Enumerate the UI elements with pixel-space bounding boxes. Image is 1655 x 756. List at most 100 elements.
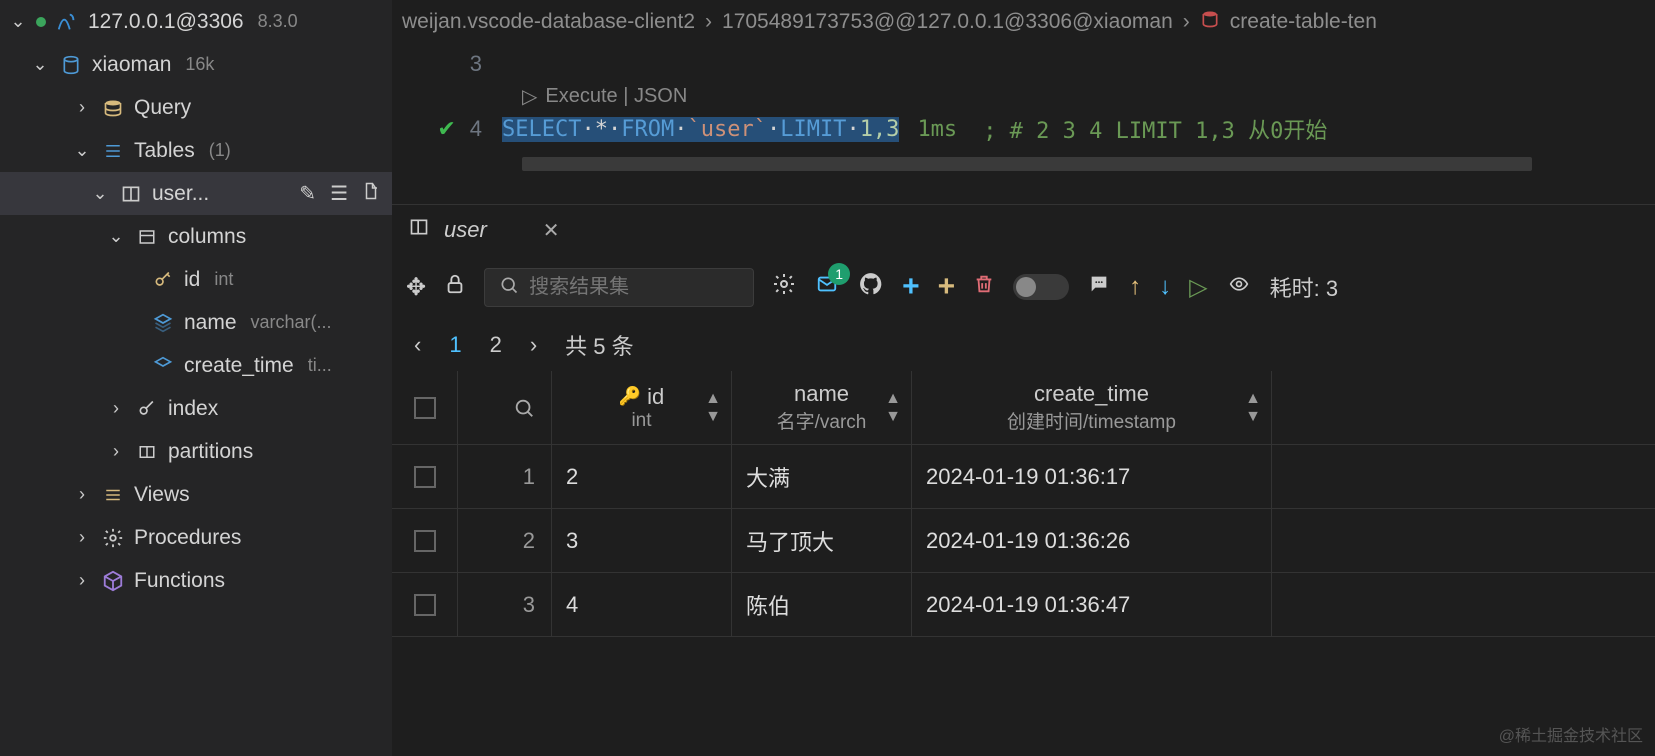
cell-id[interactable]: 3 xyxy=(552,509,732,572)
table-icon xyxy=(118,184,144,204)
header-name[interactable]: name 名字/varch ▲▼ xyxy=(732,371,912,444)
table-row[interactable]: 3 4 陈伯 2024-01-19 01:36:47 xyxy=(392,573,1655,637)
sort-icon[interactable]: ▲▼ xyxy=(885,390,901,426)
procedures-row[interactable]: › Procedures xyxy=(0,516,392,559)
cell-createtime[interactable]: 2024-01-19 01:36:26 xyxy=(912,509,1272,572)
chat-icon[interactable] xyxy=(1087,273,1111,302)
sql-code[interactable]: SELECT·*·FROM·`user`·LIMIT·1,3 1ms ; # 2… xyxy=(502,113,1327,145)
panel-tab[interactable]: user xyxy=(444,217,487,243)
page-2[interactable]: 2 xyxy=(490,332,502,358)
query-row[interactable]: › Query xyxy=(0,86,392,129)
row-checkbox[interactable] xyxy=(392,573,458,636)
partitions-label: partitions xyxy=(168,440,253,464)
cell-createtime[interactable]: 2024-01-19 01:36:47 xyxy=(912,573,1272,636)
query-icon xyxy=(100,98,126,118)
column-createtime-row[interactable]: create_time ti... xyxy=(0,344,392,387)
gear-icon xyxy=(100,527,126,549)
tables-count: (1) xyxy=(209,140,231,161)
cell-id[interactable]: 4 xyxy=(552,573,732,636)
page-1[interactable]: 1 xyxy=(449,332,461,358)
header-createtime[interactable]: create_time 创建时间/timestamp ▲▼ xyxy=(912,371,1272,444)
panel-icon[interactable] xyxy=(408,217,430,243)
row-checkbox[interactable] xyxy=(392,509,458,572)
views-row[interactable]: › Views xyxy=(0,473,392,516)
scrollbar[interactable] xyxy=(522,157,1532,171)
run-icon[interactable]: ▷ xyxy=(1189,273,1207,302)
chevron-right-icon: › xyxy=(72,570,92,591)
cell-name[interactable]: 马了顶大 xyxy=(732,509,912,572)
add-icon[interactable]: + xyxy=(902,270,920,304)
watermark: @稀土掘金技术社区 xyxy=(1499,722,1643,746)
columns-row[interactable]: ⌄ columns xyxy=(0,215,392,258)
column-createtime-type: ti... xyxy=(308,355,332,376)
cell-name[interactable]: 陈伯 xyxy=(732,573,912,636)
column-name-row[interactable]: name varchar(... xyxy=(0,301,392,344)
prev-page-icon[interactable]: ‹ xyxy=(414,332,421,358)
gear-icon[interactable] xyxy=(772,272,796,303)
procedures-label: Procedures xyxy=(134,526,241,550)
play-icon: ▷ xyxy=(522,84,537,109)
breadcrumb-seg[interactable]: weijan.vscode-database-client2 xyxy=(402,10,695,34)
arrow-up-icon[interactable]: ↑ xyxy=(1129,273,1141,301)
cell-createtime[interactable]: 2024-01-19 01:36:17 xyxy=(912,445,1272,508)
chevron-down-icon: ⌄ xyxy=(8,11,28,32)
breadcrumb-seg[interactable]: create-table-ten xyxy=(1230,10,1377,34)
index-label: index xyxy=(168,397,218,421)
database-row[interactable]: ⌄ xiaoman 16k xyxy=(0,43,392,86)
panel-tabbar: user ✕ xyxy=(392,205,1655,255)
field-icon xyxy=(150,313,176,333)
cell-name[interactable]: 大满 xyxy=(732,445,912,508)
connection-row[interactable]: ⌄ 127.0.0.1@3306 8.3.0 xyxy=(0,0,392,43)
mail-badge: 1 xyxy=(828,263,850,285)
database-icon xyxy=(58,54,84,76)
search-input-wrap[interactable] xyxy=(484,268,754,307)
sort-icon[interactable]: ▲▼ xyxy=(705,390,721,426)
column-id-row[interactable]: id int xyxy=(0,258,392,301)
eye-icon[interactable] xyxy=(1226,273,1252,301)
pager: ‹ 1 2 › 共 5 条 xyxy=(392,319,1655,371)
move-icon[interactable]: ✥ xyxy=(406,273,426,302)
database-icon xyxy=(1200,9,1220,35)
list-icon[interactable]: ☰ xyxy=(330,181,348,207)
index-row[interactable]: › index xyxy=(0,387,392,430)
mail-icon[interactable]: 1 xyxy=(814,273,840,302)
search-input[interactable] xyxy=(529,276,739,299)
codelens[interactable]: ▷ Execute | JSON xyxy=(522,84,1655,109)
chevron-down-icon: ⌄ xyxy=(72,140,92,161)
header-search[interactable] xyxy=(458,371,552,444)
delete-icon[interactable] xyxy=(973,272,995,303)
table-row[interactable]: 1 2 大满 2024-01-19 01:36:17 xyxy=(392,445,1655,509)
breadcrumb-seg[interactable]: 1705489173753@@127.0.0.1@3306@xiaoman xyxy=(722,10,1173,34)
github-icon[interactable] xyxy=(858,271,884,304)
elapsed-label: 耗时: 3 xyxy=(1270,271,1338,303)
key-icon: 🔑 xyxy=(619,386,641,407)
table-user-label: user... xyxy=(152,182,209,206)
column-id-name: id xyxy=(184,268,200,292)
tables-row[interactable]: ⌄ Tables (1) xyxy=(0,129,392,172)
header-checkbox[interactable] xyxy=(392,371,458,444)
partitions-row[interactable]: › partitions xyxy=(0,430,392,473)
sort-icon[interactable]: ▲▼ xyxy=(1245,390,1261,426)
row-checkbox[interactable] xyxy=(392,445,458,508)
lock-icon[interactable] xyxy=(444,272,466,303)
column-id-type: int xyxy=(214,269,233,290)
arrow-down-icon[interactable]: ↓ xyxy=(1159,273,1171,301)
chevron-down-icon: ⌄ xyxy=(106,226,126,247)
breadcrumb[interactable]: weijan.vscode-database-client2 › 1705489… xyxy=(392,0,1655,44)
close-icon[interactable]: ✕ xyxy=(543,218,560,243)
table-user-row[interactable]: ⌄ user... ✎ ☰ xyxy=(0,172,392,215)
add-row-icon[interactable]: + xyxy=(938,270,956,304)
editor[interactable]: 3 ▷ Execute | JSON ✔ 4 SELECT·*·FROM·`us… xyxy=(392,44,1655,204)
functions-row[interactable]: › Functions xyxy=(0,559,392,602)
toggle-switch[interactable] xyxy=(1013,274,1069,300)
table-row[interactable]: 2 3 马了顶大 2024-01-19 01:36:26 xyxy=(392,509,1655,573)
chevron-right-icon: › xyxy=(72,484,92,505)
edit-icon[interactable]: ✎ xyxy=(299,181,316,207)
result-table: 🔑id int ▲▼ name 名字/varch ▲▼ create_time … xyxy=(392,371,1655,756)
header-id[interactable]: 🔑id int ▲▼ xyxy=(552,371,732,444)
new-file-icon[interactable] xyxy=(362,181,380,207)
check-icon: ✔ xyxy=(437,116,455,142)
next-page-icon[interactable]: › xyxy=(530,332,537,358)
table-header: 🔑id int ▲▼ name 名字/varch ▲▼ create_time … xyxy=(392,371,1655,445)
cell-id[interactable]: 2 xyxy=(552,445,732,508)
